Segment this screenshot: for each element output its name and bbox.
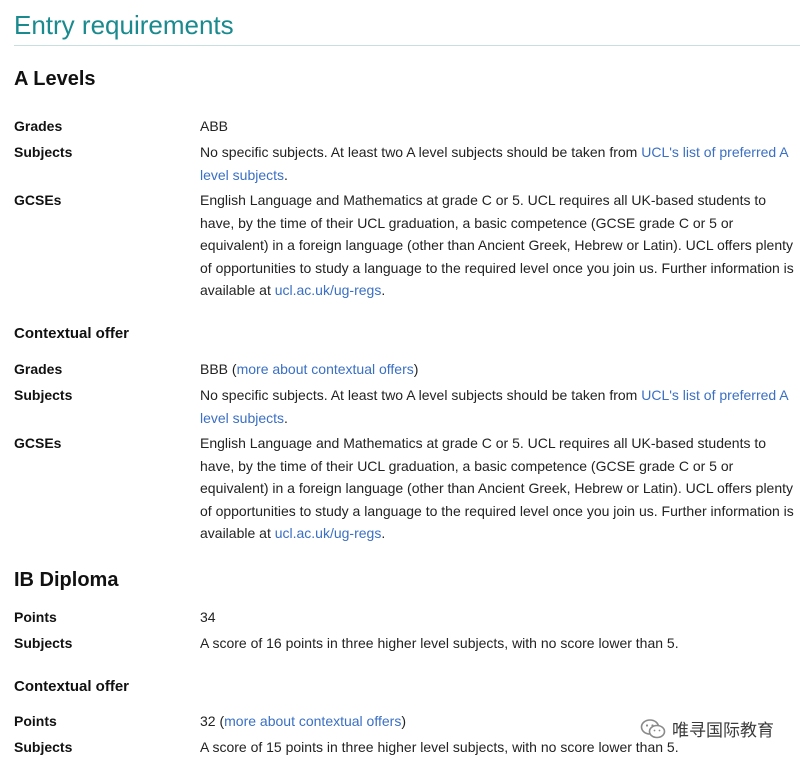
value-text: BBB <box>200 361 229 377</box>
contextual-offer-heading-a-levels: Contextual offer <box>14 325 130 342</box>
contextual-offer-heading-ib: Contextual offer <box>14 678 130 695</box>
row-label: Points <box>14 713 57 729</box>
row-label: Subjects <box>14 635 73 651</box>
value-text: No specific subjects. At least two A lev… <box>200 387 642 403</box>
page-title: Entry requirements <box>14 10 234 40</box>
row-value: English Language and Mathematics at grad… <box>200 189 796 302</box>
value-text: . <box>284 409 288 426</box>
value-text: . <box>381 525 386 541</box>
row-value: 34 <box>200 609 216 625</box>
row-label: GCSEs <box>14 435 62 451</box>
row-value: No specific subjects. At least two A lev… <box>200 141 796 186</box>
value-text: . <box>284 166 288 183</box>
row-label: Subjects <box>14 739 73 755</box>
value-text: 32 <box>200 713 216 729</box>
row-label: GCSEs <box>14 192 62 208</box>
contextual-offers-link[interactable]: more about contextual offers <box>237 361 414 377</box>
wechat-icon <box>640 718 666 740</box>
value-text: ) <box>401 713 406 729</box>
row-label: Subjects <box>14 144 73 160</box>
value-text: ) <box>413 361 419 377</box>
row-value: A score of 16 points in three higher lev… <box>200 635 679 651</box>
section-heading-ib-diploma: IB Diploma <box>14 569 119 591</box>
section-heading-a-levels: A Levels <box>14 68 96 90</box>
row-value: English Language and Mathematics at grad… <box>200 432 796 545</box>
ug-regs-link[interactable]: ucl.ac.uk/ug-regs <box>275 525 382 541</box>
row-label: Grades <box>14 118 63 134</box>
ug-regs-link[interactable]: ucl.ac.uk/ug-regs <box>275 282 382 298</box>
contextual-offers-link[interactable]: more about contextual offers <box>224 713 401 729</box>
title-divider <box>14 45 800 46</box>
row-value: ABB <box>200 118 229 134</box>
row-value: BBB (more about contextual offers) <box>200 358 796 381</box>
row-label: Subjects <box>14 387 73 403</box>
value-text: ( <box>215 713 225 729</box>
value-text: . <box>381 282 386 298</box>
row-label: Grades <box>14 361 63 377</box>
watermark-text: 唯寻国际教育 <box>672 721 774 741</box>
value-text: No specific subjects. At least two A lev… <box>200 144 642 160</box>
watermark: 唯寻国际教育 <box>640 716 774 741</box>
row-value: No specific subjects. At least two A lev… <box>200 384 796 429</box>
row-label: Points <box>14 609 57 625</box>
value-text: ( <box>228 361 237 377</box>
